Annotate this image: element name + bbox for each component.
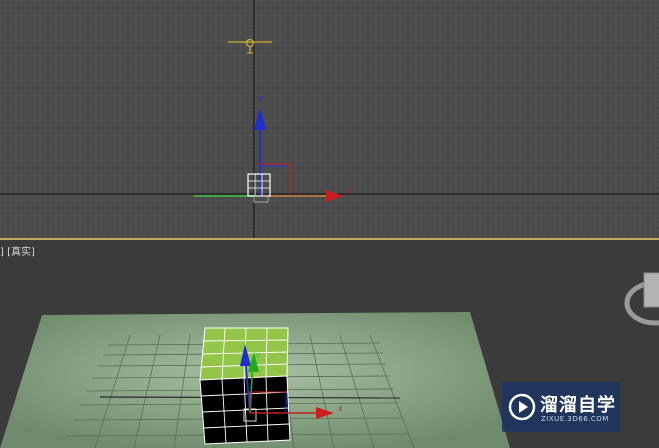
watermark-logo: 溜溜自学 ZIXUE.3D66.COM [502,382,620,432]
watermark-title: 溜溜自学 [540,395,616,416]
viewport-label[interactable]: ] [真实] [0,243,35,258]
play-icon [508,393,536,421]
3ds-max-workspace: x z x y] [真实] 溜溜自学 ZIXUE.3D66.COM [0,0,659,448]
viewport-separator[interactable] [0,238,659,240]
watermark-url: ZIXUE.3D66.COM [541,415,609,423]
viewport-canvas: x z x y [0,0,659,448]
top-viewport[interactable]: x z [0,0,659,238]
z-axis-label: z [258,94,263,104]
x-axis-label: x [346,186,352,196]
viewcube-box[interactable] [643,272,659,308]
x-axis-label: x [338,404,343,413]
y-axis-label: y [256,351,260,359]
